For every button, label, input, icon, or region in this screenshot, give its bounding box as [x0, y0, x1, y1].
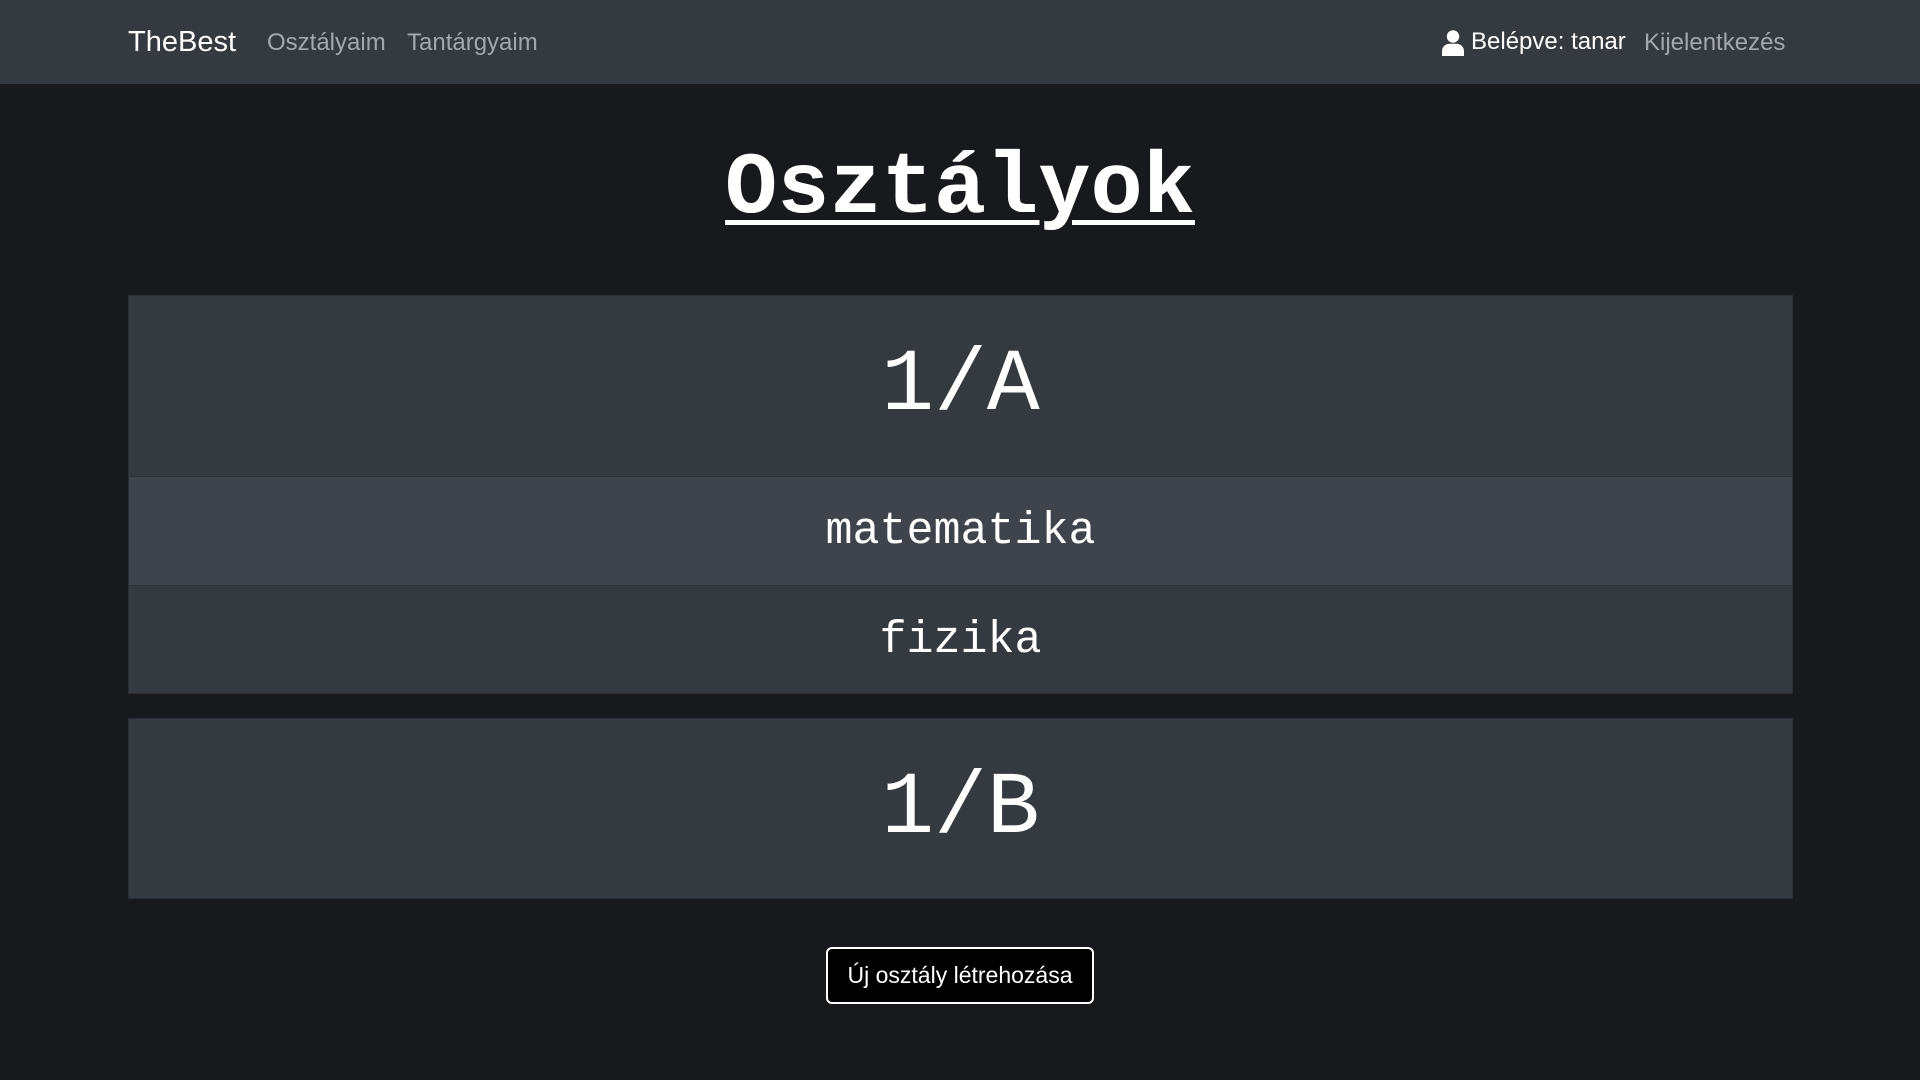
navbar: TheBest Osztályaim Tantárgyaim Belépve: … — [0, 0, 1920, 84]
subject-row-matematika[interactable]: matematika — [129, 476, 1792, 585]
nav-link-subjects[interactable]: Tantárgyaim — [407, 0, 538, 84]
class-card: 1/B — [128, 718, 1793, 899]
class-name-1b[interactable]: 1/B — [129, 719, 1792, 899]
nav-link-classes[interactable]: Osztályaim — [267, 0, 386, 84]
subject-row-fizika[interactable]: fizika — [129, 585, 1792, 694]
class-name-1a[interactable]: 1/A — [129, 296, 1792, 476]
user-icon — [1442, 30, 1464, 56]
class-card: 1/A matematika fizika — [128, 295, 1793, 694]
page-title: Osztályok — [725, 141, 1195, 239]
logged-in-label: Belépve: tanar — [1471, 28, 1626, 55]
brand-link[interactable]: TheBest — [128, 0, 236, 84]
logged-in-user: Belépve: tanar — [1442, 0, 1626, 84]
logout-link[interactable]: Kijelentkezés — [1644, 0, 1785, 84]
new-class-button[interactable]: Új osztály létrehozása — [826, 947, 1094, 1004]
